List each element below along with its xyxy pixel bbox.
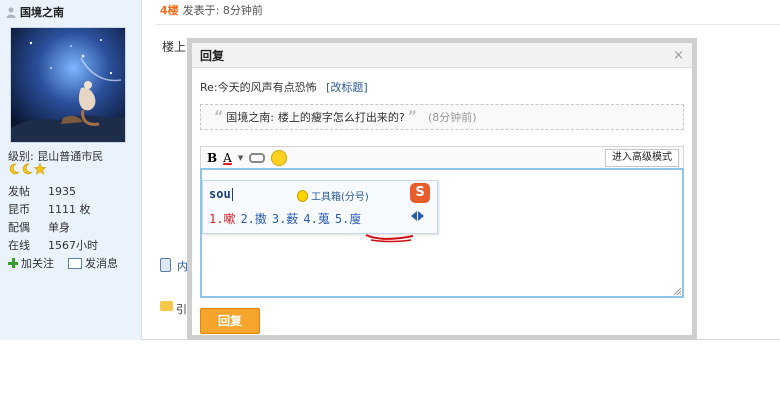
floor-number: 4楼 bbox=[160, 4, 179, 17]
stat-value: 1111 枚 bbox=[48, 203, 91, 216]
username[interactable]: 国境之南 bbox=[20, 4, 64, 20]
stat-value: 1567小时 bbox=[48, 239, 98, 252]
stat-key: 发帖 bbox=[8, 185, 30, 198]
reply-dialog: 回复 × Re:今天的风声有点恐怖 [改标题] “ 国境之南: 楼上的瘦字怎么打… bbox=[187, 38, 697, 340]
dialog-titlebar[interactable]: 回复 × bbox=[192, 43, 692, 68]
quote-icon bbox=[160, 301, 173, 311]
level-label: 级别: bbox=[8, 150, 34, 163]
user-stats: 发帖 1935 昆币 1111 枚 配偶 单身 在线 1567小时 bbox=[8, 183, 98, 255]
post-body: 楼上 bbox=[162, 40, 187, 54]
send-message-button[interactable]: 发消息 bbox=[68, 255, 118, 271]
follow-label: 加关注 bbox=[21, 257, 54, 270]
font-color-button[interactable]: A bbox=[223, 151, 232, 165]
moon-icon bbox=[22, 163, 33, 175]
quote-text: 楼上的瘦字怎么打出来的? bbox=[277, 111, 405, 124]
ime-toolbox[interactable]: 工具箱(分号) bbox=[297, 188, 369, 203]
ime-candidate[interactable]: 3.薮 bbox=[272, 210, 298, 227]
stat-key: 在线 bbox=[8, 239, 30, 252]
moon-icon bbox=[9, 163, 20, 175]
edit-title-link[interactable]: [改标题] bbox=[326, 81, 368, 94]
reply-subject-text: Re:今天的风声有点恐怖 bbox=[200, 81, 317, 94]
post-time: 发表于: 8分钟前 bbox=[182, 4, 263, 17]
ime-page-arrows bbox=[411, 211, 424, 221]
ime-toolbox-label: 工具箱(分号) bbox=[311, 192, 369, 203]
stat-row: 发帖 1935 bbox=[8, 183, 98, 201]
ime-candidate[interactable]: 1.嗽 bbox=[209, 210, 235, 227]
user-icon bbox=[6, 7, 16, 18]
arrow-right-icon[interactable] bbox=[418, 211, 424, 221]
quote-time: (8分钟前) bbox=[427, 111, 477, 124]
reply-subject: Re:今天的风声有点恐怖 [改标题] bbox=[200, 79, 368, 95]
quote-author: 国境之南: bbox=[226, 111, 274, 124]
level-value: 昆山普通市民 bbox=[37, 150, 104, 163]
stat-value: 1935 bbox=[48, 185, 76, 198]
follow-button[interactable]: 加关注 bbox=[8, 255, 54, 271]
quote-action[interactable]: 引 bbox=[176, 301, 187, 317]
editor-toolbar: B A ▼ 进入高级模式 bbox=[200, 146, 684, 168]
star-icon bbox=[34, 163, 46, 175]
post-header: 4楼 发表于: 8分钟前 bbox=[160, 0, 263, 20]
user-header: 国境之南 bbox=[6, 4, 64, 20]
message-label: 发消息 bbox=[85, 257, 118, 270]
reply-submit-button[interactable]: 回复 bbox=[200, 308, 260, 334]
resize-grip-icon[interactable] bbox=[673, 287, 681, 295]
ime-candidates: 1.嗽 2.擞 3.薮 4.蒐 5.廋 bbox=[209, 210, 361, 227]
ime-pinyin: sou bbox=[209, 187, 231, 201]
stat-key: 配偶 bbox=[8, 221, 30, 234]
arrow-left-icon[interactable] bbox=[411, 211, 417, 221]
divider bbox=[156, 24, 780, 25]
text-caret bbox=[231, 188, 233, 201]
ime-input-text: sou bbox=[209, 187, 233, 201]
user-profile-sidebar: 国境之南 级别: 昆山普通市民 发帖 1935 昆币 1111 枚 配偶 单身 … bbox=[0, 0, 142, 340]
mail-icon bbox=[68, 257, 82, 269]
close-icon[interactable]: × bbox=[673, 48, 684, 63]
ime-candidate-window: sou 工具箱(分号) S 1.嗽 2.擞 3.薮 4.蒐 5.廋 bbox=[202, 180, 438, 243]
blank-area bbox=[0, 340, 780, 420]
dialog-title: 回复 bbox=[200, 48, 225, 63]
link-icon[interactable] bbox=[249, 152, 266, 163]
user-level: 级别: 昆山普通市民 bbox=[8, 148, 103, 164]
bold-button[interactable]: B bbox=[207, 151, 217, 165]
stat-row: 昆币 1111 枚 bbox=[8, 201, 98, 219]
lightbulb-icon bbox=[297, 189, 308, 202]
open-quote-icon: “ bbox=[214, 109, 224, 125]
advanced-mode-button[interactable]: 进入高级模式 bbox=[605, 149, 679, 167]
sogou-logo-icon: S bbox=[410, 183, 430, 203]
ime-candidate[interactable]: 4.蒐 bbox=[303, 210, 329, 227]
user-actions: 加关注 发消息 bbox=[8, 255, 118, 271]
avatar-image bbox=[11, 28, 125, 142]
avatar[interactable] bbox=[10, 27, 126, 143]
red-underline-annotation bbox=[365, 234, 414, 243]
stat-key: 昆币 bbox=[8, 203, 30, 216]
ime-candidate[interactable]: 2.擞 bbox=[240, 210, 266, 227]
stat-row: 配偶 单身 bbox=[8, 219, 98, 237]
stat-value: 单身 bbox=[48, 221, 70, 234]
chevron-down-icon[interactable]: ▼ bbox=[238, 154, 243, 162]
smiley-icon[interactable] bbox=[271, 149, 288, 166]
ime-candidate[interactable]: 5.廋 bbox=[335, 210, 361, 227]
quoted-post: “ 国境之南: 楼上的瘦字怎么打出来的? ” (8分钟前) bbox=[200, 104, 684, 130]
phone-icon bbox=[160, 258, 171, 272]
stat-row: 在线 1567小时 bbox=[8, 237, 98, 255]
plus-icon bbox=[8, 258, 18, 268]
reply-textarea[interactable]: sou 工具箱(分号) S 1.嗽 2.擞 3.薮 4.蒐 5.廋 bbox=[200, 168, 684, 298]
close-quote-icon: ” bbox=[407, 109, 417, 125]
rank-badges bbox=[8, 163, 46, 177]
